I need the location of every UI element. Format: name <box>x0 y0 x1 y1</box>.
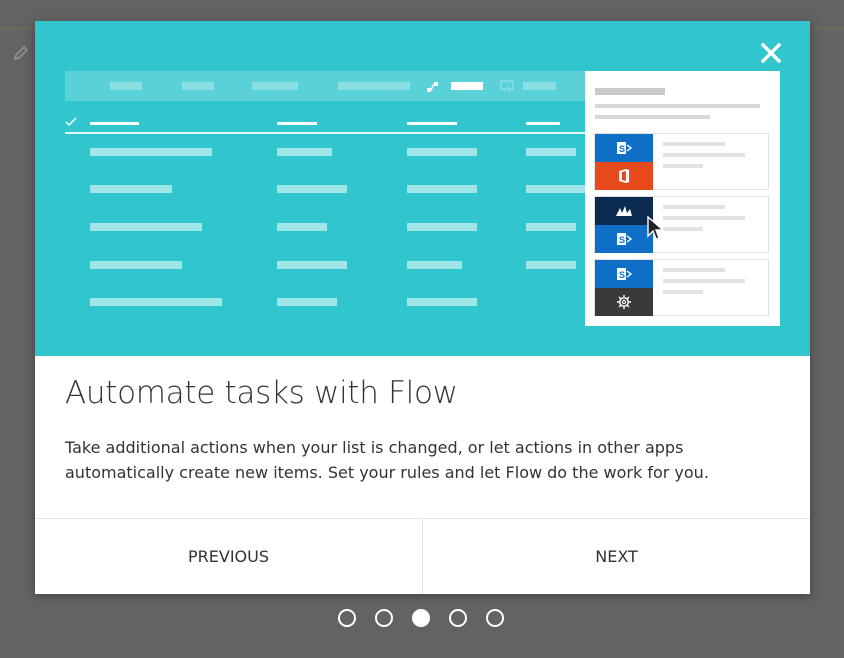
hero-illustration: S S S <box>35 21 810 356</box>
page-dot-1[interactable] <box>338 609 356 627</box>
close-icon[interactable] <box>759 41 783 65</box>
flow-card: S <box>594 133 769 190</box>
page-dot-4[interactable] <box>449 609 467 627</box>
gear-icon <box>595 288 653 316</box>
page-dot-2[interactable] <box>375 609 393 627</box>
page-dot-3[interactable] <box>412 609 430 627</box>
next-button[interactable]: NEXT <box>423 519 810 594</box>
mouse-pointer-icon <box>647 216 665 240</box>
sharepoint-icon: S <box>595 134 653 162</box>
sharepoint-icon: S <box>595 225 653 253</box>
flow-panel-mock: S S S <box>585 71 780 326</box>
dynamics-icon <box>595 197 653 225</box>
svg-text:S: S <box>619 235 625 245</box>
dialog-footer: PREVIOUS NEXT <box>35 518 810 594</box>
mock-command-bar <box>65 71 595 101</box>
dialog-description: Take additional actions when your list i… <box>65 438 709 482</box>
pagination-dots <box>338 609 504 627</box>
sharepoint-icon: S <box>595 260 653 288</box>
page-dot-5[interactable] <box>486 609 504 627</box>
previous-button[interactable]: PREVIOUS <box>35 519 423 594</box>
pencil-icon <box>13 45 29 61</box>
flow-card: S <box>594 196 769 253</box>
svg-text:S: S <box>619 144 625 154</box>
svg-text:S: S <box>619 270 625 280</box>
dialog-title: Automate tasks with Flow <box>65 375 458 411</box>
flow-card: S <box>594 259 769 316</box>
check-icon <box>65 117 77 127</box>
flow-intro-dialog: S S S Automate tasks with Flow Take addi… <box>35 21 810 594</box>
office-icon <box>595 162 653 190</box>
